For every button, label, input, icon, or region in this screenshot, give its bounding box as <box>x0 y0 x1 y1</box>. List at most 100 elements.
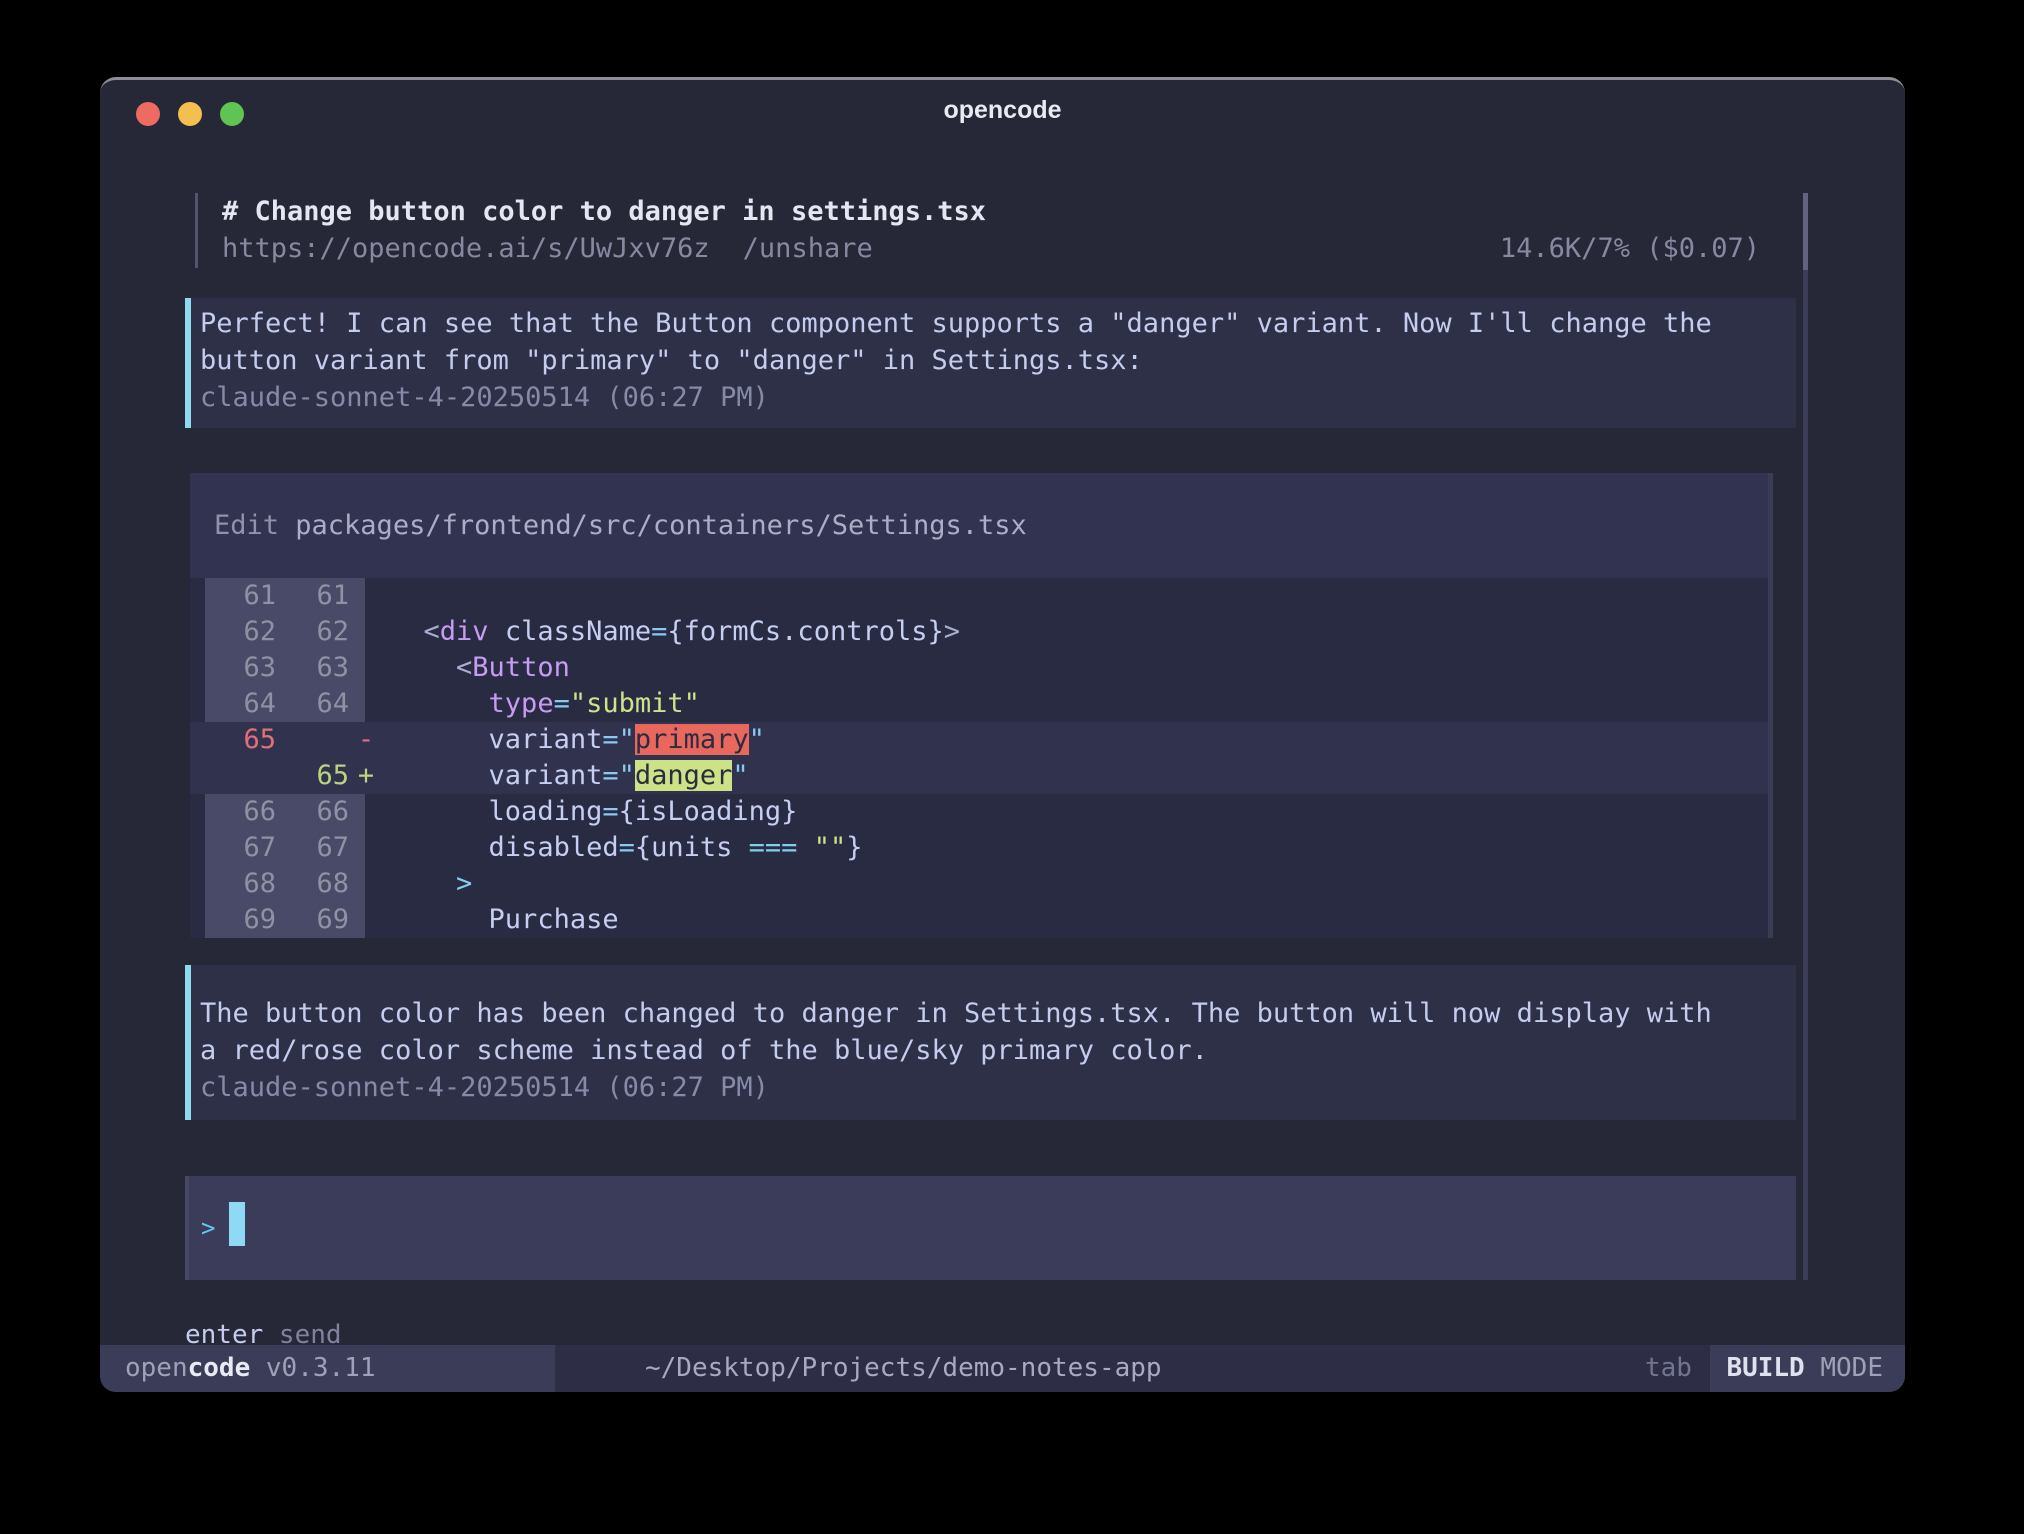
code-line: disabled={units === ""} <box>391 830 1773 866</box>
line-number-new: 68 <box>292 866 365 902</box>
code-token: =" <box>602 760 635 791</box>
line-number-old: 66 <box>205 794 292 830</box>
unshare-command[interactable]: /unshare <box>743 233 873 264</box>
code-token: > <box>944 616 960 647</box>
message-line: The button color has been changed to dan… <box>191 995 1796 1032</box>
code-line: loading={isLoading} <box>391 794 1773 830</box>
code-token: = <box>554 688 570 719</box>
code-token <box>391 688 489 719</box>
header-left-rule <box>195 193 198 268</box>
prompt-chevron-icon: > <box>201 1208 215 1248</box>
message-line: a red/rose color scheme instead of the b… <box>191 1032 1796 1069</box>
code-token <box>391 796 489 827</box>
message-meta: claude-sonnet-4-20250514 (06:27 PM) <box>191 379 1796 416</box>
code-token: === <box>749 832 814 863</box>
message-meta: claude-sonnet-4-20250514 (06:27 PM) <box>191 1069 1796 1106</box>
line-number-new: 61 <box>292 578 365 614</box>
chat-scrollbar-track[interactable] <box>1803 193 1808 1280</box>
diff-row: 6868 > <box>190 866 1773 902</box>
code-token: {formCs.controls} <box>667 616 943 647</box>
line-number-old: 69 <box>205 902 292 938</box>
code-token: = <box>651 616 667 647</box>
code-token: " <box>749 724 765 755</box>
diff-row: 6767 disabled={units === ""} <box>190 830 1773 866</box>
line-number-old <box>205 758 292 794</box>
mode-suffix: MODE <box>1805 1353 1883 1383</box>
line-number-new: 63 <box>292 650 365 686</box>
diff-row: 6666 loading={isLoading} <box>190 794 1773 830</box>
code-token: div <box>440 616 489 647</box>
line-number-new: 62 <box>292 614 365 650</box>
window-titlebar: opencode <box>100 80 1905 142</box>
diff-row: 65 - variant="primary" <box>190 722 1773 758</box>
message-line: button variant from "primary" to "danger… <box>191 342 1796 379</box>
diff-row: 6363 <Button <box>190 650 1773 686</box>
code-line <box>391 578 1773 614</box>
diff-row: 6464 type="submit" <box>190 686 1773 722</box>
code-token: } <box>846 832 862 863</box>
line-number-old: 63 <box>205 650 292 686</box>
code-token: Button <box>472 652 570 683</box>
code-line: variant="primary" <box>391 722 1773 758</box>
app-version: v0.3.11 <box>250 1353 375 1383</box>
text-cursor <box>229 1202 245 1246</box>
added-marker: + <box>353 758 379 794</box>
code-line: variant="danger" <box>391 758 1773 794</box>
app-name-code: code <box>188 1353 251 1383</box>
line-number-old: 64 <box>205 686 292 722</box>
line-number-old: 68 <box>205 866 292 902</box>
line-number-new: 67 <box>292 830 365 866</box>
edit-verb: Edit <box>214 510 295 541</box>
code-line: > <box>391 866 1773 902</box>
status-bar: opencode v0.3.11 ~/Desktop/Projects/demo… <box>100 1345 1905 1392</box>
share-url[interactable]: https://opencode.ai/s/UwJxv76z <box>222 233 710 264</box>
diff-row: 6161 <box>190 578 1773 614</box>
code-token: {isLoading} <box>619 796 798 827</box>
code-token <box>391 616 424 647</box>
window-title: opencode <box>100 96 1905 125</box>
code-token: "submit" <box>570 688 700 719</box>
token-cost-stats: 14.6K/7% ($0.07) <box>1500 230 1760 267</box>
line-number-old: 67 <box>205 830 292 866</box>
tab-keybind-hint: tab <box>1645 1345 1692 1392</box>
code-token: =" <box>602 724 635 755</box>
line-number-old: 61 <box>205 578 292 614</box>
removed-marker: - <box>353 722 379 758</box>
line-number-old: 65 <box>205 722 292 758</box>
code-token: < <box>456 652 472 683</box>
line-number-new: 64 <box>292 686 365 722</box>
code-token: > <box>456 868 472 899</box>
code-token: variant <box>489 760 603 791</box>
code-line: type="submit" <box>391 686 1773 722</box>
message-line: Perfect! I can see that the Button compo… <box>191 305 1796 342</box>
edit-file-path: packages/frontend/src/containers/Setting… <box>295 510 1027 541</box>
edit-tool-card: Edit packages/frontend/src/containers/Se… <box>190 473 1773 938</box>
code-line: <Button <box>391 650 1773 686</box>
line-number-new: 69 <box>292 902 365 938</box>
code-token: "" <box>814 832 847 863</box>
app-name-open: open <box>125 1353 188 1383</box>
code-token: className <box>489 616 652 647</box>
diff-scrollbar[interactable] <box>1768 473 1773 938</box>
code-token: loading <box>489 796 603 827</box>
chat-scrollbar-thumb[interactable] <box>1803 193 1808 270</box>
prompt-input[interactable]: > <box>185 1176 1796 1280</box>
diff-view: 61616262 <div className={formCs.controls… <box>190 578 1773 938</box>
diff-row: 6969 Purchase <box>190 902 1773 938</box>
code-token <box>391 904 489 935</box>
code-token: {units <box>635 832 749 863</box>
code-token <box>391 760 489 791</box>
code-token: variant <box>489 724 603 755</box>
mode-name: BUILD <box>1726 1353 1804 1383</box>
code-token <box>391 868 456 899</box>
code-token: type <box>489 688 554 719</box>
code-token: < <box>424 616 440 647</box>
line-number-new: 66 <box>292 794 365 830</box>
app-version-segment: opencode v0.3.11 <box>100 1345 555 1392</box>
diff-row: 6262 <div className={formCs.controls}> <box>190 614 1773 650</box>
mode-segment[interactable]: BUILD MODE <box>1710 1345 1905 1392</box>
changed-token: primary <box>635 724 749 755</box>
assistant-message: Perfect! I can see that the Button compo… <box>185 298 1796 428</box>
code-token: " <box>732 760 748 791</box>
session-header: # Change button color to danger in setti… <box>195 193 1805 268</box>
